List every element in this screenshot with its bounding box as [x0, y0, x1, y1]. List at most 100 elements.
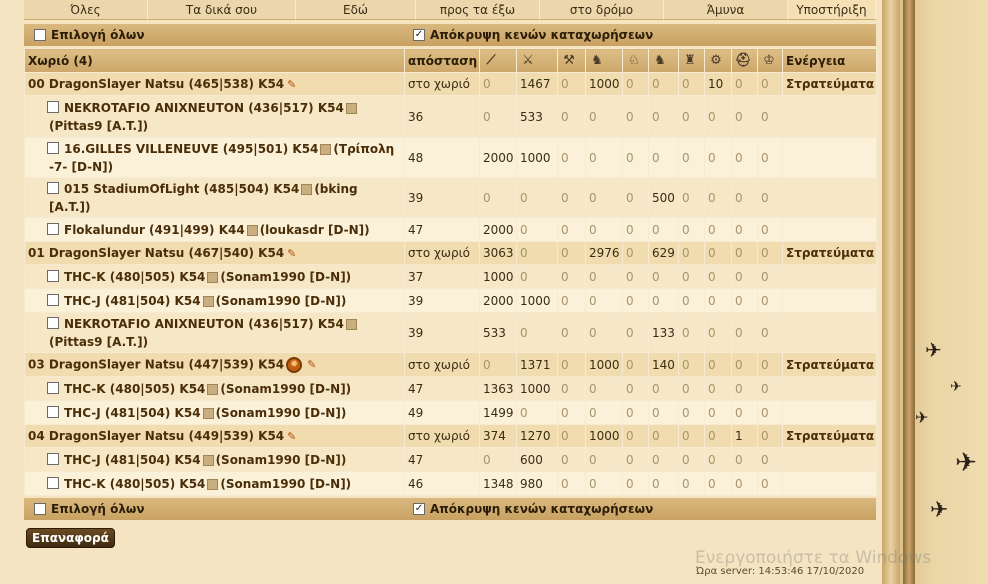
unit-count-cell: 0: [622, 217, 649, 242]
support-village-link[interactable]: THC-J (481|504) K54: [64, 406, 201, 420]
support-village-link[interactable]: THC-K (480|505) K54: [64, 270, 205, 284]
unit-count-cell: 0: [557, 95, 586, 138]
hide-empty-control[interactable]: ✓ Απόκρυψη κενών καταχωρήσεων: [413, 24, 653, 46]
unit-header-ram: ⚙: [704, 48, 732, 73]
tab-own[interactable]: Τα δικά σου: [148, 0, 296, 20]
rename-pencil-icon[interactable]: ✎: [287, 430, 296, 443]
support-village-link[interactable]: THC-J (481|504) K54: [64, 294, 201, 308]
support-table: Χωριό (4) απόσταση ⟋ ⚔ ⚒ ♞ ♘ ♞ ♜ ⚙ ⛑ ♔ Ε…: [24, 48, 877, 496]
unit-count-cell: 0: [731, 312, 758, 353]
unit-count-cell: 0: [479, 177, 517, 218]
village-info-icon[interactable]: [345, 318, 357, 330]
background-right: ✈ ✈ ✈ ✈ ✈: [895, 0, 988, 584]
row-checkbox[interactable]: [47, 223, 59, 235]
village-info-icon[interactable]: [320, 143, 332, 155]
select-all-checkbox[interactable]: [34, 502, 46, 515]
owner-link[interactable]: (Pittas9 [A.T.]): [49, 335, 148, 349]
owner-link[interactable]: (Sonam1990 [D-N]): [220, 477, 351, 491]
row-checkbox[interactable]: [47, 270, 59, 282]
unit-count-cell: 0: [678, 471, 705, 496]
owner-link[interactable]: (Pittas9 [A.T.]): [49, 119, 148, 133]
unit-count-cell: 0: [557, 177, 586, 218]
row-checkbox[interactable]: [47, 182, 59, 194]
support-village-link[interactable]: THC-J (481|504) K54: [64, 453, 201, 467]
village-link[interactable]: 03 DragonSlayer Natsu (447|539) K54: [28, 357, 284, 371]
village-info-icon[interactable]: [202, 407, 214, 419]
panel-border: [882, 0, 900, 584]
tab-in-transit[interactable]: στο δρόμο: [540, 0, 664, 20]
unit-count-cell: 0: [757, 312, 783, 353]
village-info-icon[interactable]: [301, 183, 313, 195]
support-row: THC-J (481|504) K54 (Sonam1990 [D-N]) 39 20…: [24, 288, 877, 313]
tab-outgoing[interactable]: προς τα έξω: [416, 0, 540, 20]
support-village-link[interactable]: 015 StadiumOfLight (485|504) K54: [64, 182, 299, 196]
village-info-icon[interactable]: [246, 224, 258, 236]
reset-button[interactable]: Επαναφορά: [26, 528, 115, 548]
owner-link[interactable]: (Sonam1990 [D-N]): [220, 382, 351, 396]
village-info-icon[interactable]: [207, 271, 219, 283]
row-checkbox[interactable]: [47, 382, 59, 394]
support-village-link[interactable]: Flokalundur (491|499) K44: [64, 223, 245, 237]
distance-cell: 47: [404, 217, 480, 242]
support-village-link[interactable]: NEKROTAFIO ANIXNEUTON (436|517) K54: [64, 317, 344, 331]
village-info-icon[interactable]: [345, 102, 357, 114]
unit-count-cell: 0: [648, 72, 679, 96]
tab-here[interactable]: Εδώ: [296, 0, 416, 20]
unit-count-cell: 0: [622, 241, 649, 265]
village-link[interactable]: 04 DragonSlayer Natsu (449|539) K54: [28, 429, 284, 443]
select-all-control[interactable]: Επιλογή όλων: [34, 24, 145, 46]
action-cell[interactable]: Στρατεύματα: [782, 424, 877, 448]
rename-pencil-icon[interactable]: ✎: [307, 358, 316, 371]
row-checkbox[interactable]: [47, 406, 59, 418]
row-checkbox[interactable]: [47, 317, 59, 329]
unit-count-cell: 1000: [516, 288, 558, 313]
owner-link[interactable]: (Sonam1990 [D-N]): [216, 294, 347, 308]
village-info-icon[interactable]: [202, 295, 214, 307]
action-cell[interactable]: Στρατεύματα: [782, 72, 877, 96]
row-checkbox[interactable]: [47, 101, 59, 113]
tab-support[interactable]: Υποστήριξη: [788, 0, 876, 20]
village-info-icon[interactable]: [202, 454, 214, 466]
action-cell[interactable]: Στρατεύματα: [782, 352, 877, 377]
select-all-control[interactable]: Επιλογή όλων: [34, 498, 145, 520]
row-checkbox[interactable]: [47, 142, 59, 154]
owner-link[interactable]: (Sonam1990 [D-N]): [216, 406, 347, 420]
rename-pencil-icon[interactable]: ✎: [287, 247, 296, 260]
support-village-link[interactable]: 16.GILLES VILLENEUVE (495|501) K54: [64, 142, 318, 156]
unit-header-spear: ⟋: [479, 48, 517, 73]
village-info-icon[interactable]: [207, 383, 219, 395]
row-checkbox[interactable]: [47, 477, 59, 489]
owner-link[interactable]: (Sonam1990 [D-N]): [216, 453, 347, 467]
select-all-label: Επιλογή όλων: [51, 28, 145, 42]
action-cell[interactable]: Στρατεύματα: [782, 241, 877, 265]
mounted-archer-icon: ♞: [654, 52, 666, 68]
unit-count-cell: 0: [557, 376, 586, 401]
village-info-icon[interactable]: [207, 478, 219, 490]
unit-count-cell: 980: [516, 471, 558, 496]
row-checkbox[interactable]: [47, 294, 59, 306]
support-village-link[interactable]: NEKROTAFIO ANIXNEUTON (436|517) K54: [64, 101, 344, 115]
unit-count-cell: 0: [731, 137, 758, 178]
distance-cell: 46: [404, 471, 480, 496]
row-checkbox[interactable]: [47, 453, 59, 465]
tab-all[interactable]: Όλες: [24, 0, 148, 20]
unit-count-cell: 0: [678, 217, 705, 242]
windows-activation-watermark: Ενεργοποιήστε τα Windows: [695, 548, 932, 568]
select-all-checkbox[interactable]: [34, 28, 46, 41]
tab-defense[interactable]: Άμυνα: [664, 0, 788, 20]
village-link[interactable]: 01 DragonSlayer Natsu (467|540) K54: [28, 246, 284, 260]
hide-empty-checkbox[interactable]: ✓: [413, 502, 425, 515]
support-village-link[interactable]: THC-K (480|505) K54: [64, 382, 205, 396]
owner-link[interactable]: (loukasdr [D-N]): [260, 223, 370, 237]
support-village-link[interactable]: THC-K (480|505) K54: [64, 477, 205, 491]
light-cavalry-icon: ♘: [628, 52, 640, 68]
unit-count-cell: 0: [704, 312, 732, 353]
hide-empty-control[interactable]: ✓ Απόκρυψη κενών καταχωρήσεων: [413, 498, 653, 520]
hide-empty-checkbox[interactable]: ✓: [413, 28, 425, 41]
rename-pencil-icon[interactable]: ✎: [287, 78, 296, 91]
unit-count-cell: 1270: [516, 424, 558, 448]
owner-link[interactable]: (Sonam1990 [D-N]): [220, 270, 351, 284]
unit-count-cell: 0: [557, 217, 586, 242]
village-link[interactable]: 00 DragonSlayer Natsu (465|538) K54: [28, 77, 284, 91]
support-row: NEKROTAFIO ANIXNEUTON (436|517) K54 (Pitt…: [24, 95, 877, 138]
